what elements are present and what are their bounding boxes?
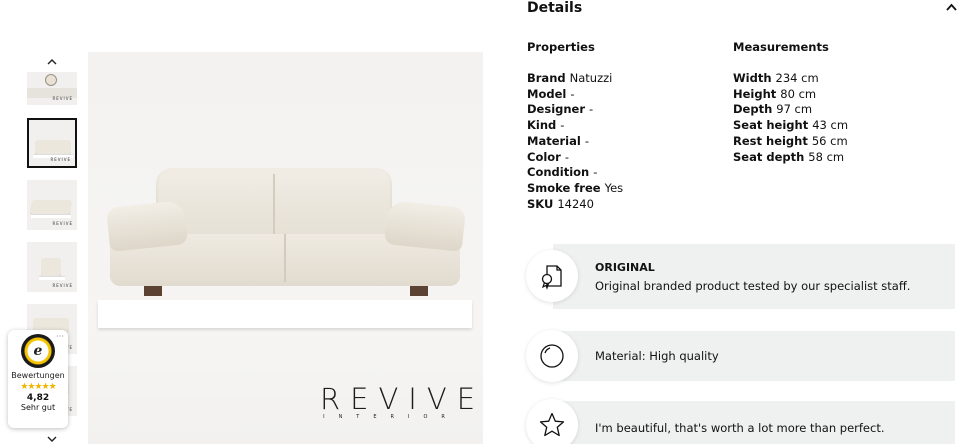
brand-watermark: REVIVE INTERIOR xyxy=(320,382,483,420)
feature-text: Original branded product tested by our s… xyxy=(595,279,911,293)
star-icon xyxy=(526,399,578,444)
thumbnail-3[interactable]: REVIVE xyxy=(27,180,77,230)
measurements-list: Width 234 cm Height 80 cm Depth 97 cm Seat … xyxy=(733,71,848,165)
measurement-row: Seat depth 58 cm xyxy=(733,149,845,164)
rating-score: 4,82 xyxy=(26,393,50,403)
thumbnail-brand: REVIVE xyxy=(52,221,73,226)
feature-title: ORIGINAL xyxy=(595,261,655,274)
details-title: Details xyxy=(527,0,583,16)
badge-label: Bewertungen xyxy=(11,371,65,380)
thumbnail-detail-icon xyxy=(45,74,57,86)
feature-quality: Material: High quality xyxy=(526,330,955,382)
measurement-row: Rest height 56 cm xyxy=(733,133,848,148)
properties-list: Brand Natuzzi Model - Designer - Kind - Mate… xyxy=(527,71,623,212)
chevron-up-icon[interactable] xyxy=(946,2,957,14)
feature-text: Material: High quality xyxy=(595,349,719,363)
properties-heading: Properties xyxy=(527,40,595,54)
property-row: SKU 14240 xyxy=(527,196,594,211)
trust-badge[interactable]: ··· e Bewertungen ★★★★★ 4,82 Sehr gut xyxy=(8,330,68,428)
sofa-leg xyxy=(144,286,162,296)
property-row: Smoke free Yes xyxy=(527,180,624,195)
feature-beautiful: I'm beautiful, that's worth a lot more t… xyxy=(526,399,955,444)
thumbnail-brand: REVIVE xyxy=(52,96,73,101)
rating-text: Sehr gut xyxy=(20,403,56,412)
property-row: Brand Natuzzi xyxy=(527,71,613,85)
thumbnail-brand: REVIVE xyxy=(52,283,73,288)
measurement-row: Seat height 43 cm xyxy=(733,118,849,133)
sofa-armrest-right xyxy=(383,200,467,252)
gallery-down-arrow[interactable] xyxy=(44,432,60,444)
rating-stars: ★★★★★ xyxy=(20,382,56,392)
measurement-row: Width 234 cm xyxy=(733,71,819,85)
feature-text: I'm beautiful, that's worth a lot more t… xyxy=(595,421,885,435)
measurement-row: Height 80 cm xyxy=(733,86,817,101)
quality-circle-icon xyxy=(526,330,578,382)
property-row: Material - xyxy=(527,133,589,148)
certificate-icon xyxy=(526,250,578,302)
measurements-heading: Measurements xyxy=(733,40,829,54)
thumbnail-brand: REVIVE xyxy=(50,157,71,162)
property-row: Model - xyxy=(527,86,575,101)
measurement-row: Depth 97 cm xyxy=(733,102,813,117)
property-row: Designer - xyxy=(527,102,594,117)
details-accordion-header[interactable]: Details xyxy=(527,0,957,18)
sofa-leg xyxy=(410,286,428,296)
thumbnail-1[interactable]: REVIVE xyxy=(27,72,77,105)
thumbnail-2[interactable]: REVIVE xyxy=(27,118,77,168)
sofa-armrest-left xyxy=(105,200,189,252)
chevron-up-icon xyxy=(47,59,57,65)
thumbnail-4[interactable]: REVIVE xyxy=(27,242,77,292)
property-row: Condition - xyxy=(527,165,598,180)
trust-seal-icon: e xyxy=(21,334,55,368)
display-platform xyxy=(98,300,472,328)
gallery-up-arrow[interactable] xyxy=(44,54,60,68)
feature-original: ORIGINAL Original branded product tested… xyxy=(526,244,955,309)
badge-menu-icon[interactable]: ··· xyxy=(56,332,64,341)
main-product-image[interactable]: REVIVE INTERIOR xyxy=(88,52,483,444)
property-row: Color - xyxy=(527,149,570,164)
chevron-down-icon xyxy=(47,436,57,442)
property-row: Kind - xyxy=(527,118,565,133)
